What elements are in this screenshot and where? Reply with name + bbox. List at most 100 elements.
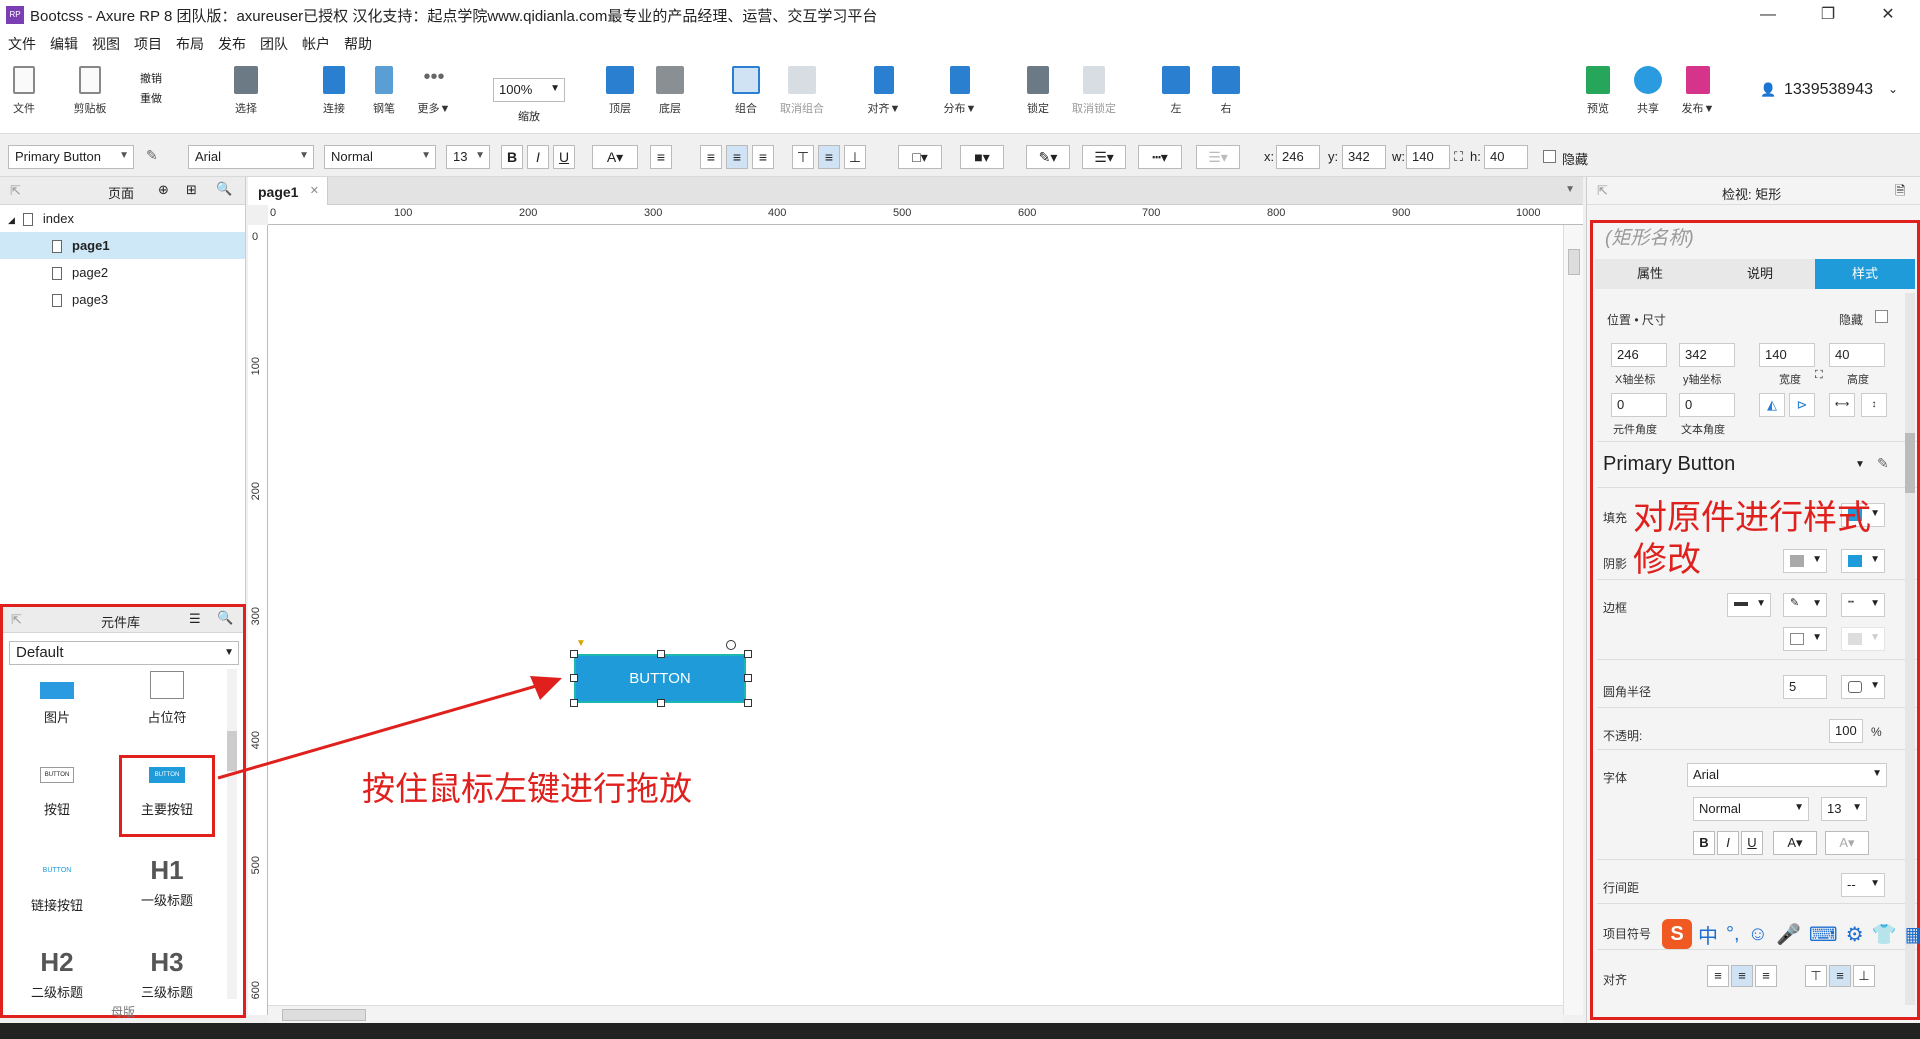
distribute-tool[interactable]: 分布▼ xyxy=(936,66,984,116)
menu-project[interactable]: 项目 xyxy=(134,34,162,54)
punctuation-icon[interactable]: °, xyxy=(1726,923,1740,946)
height-input[interactable]: 40 xyxy=(1829,343,1885,367)
line-pattern-button[interactable]: ┅▾ xyxy=(1138,145,1182,169)
resize-handle[interactable] xyxy=(570,699,578,707)
font-weight-select[interactable]: Normal ▼ xyxy=(1693,797,1809,821)
align-right-icon[interactable]: ≡ xyxy=(752,145,774,169)
canvas-vertical-scrollbar[interactable] xyxy=(1563,225,1583,1015)
border-color-select[interactable]: ✎ ▼ xyxy=(1783,593,1827,617)
valign-middle-icon[interactable]: ≡ xyxy=(818,145,840,169)
publish-tool[interactable]: 发布▼ xyxy=(1674,66,1722,116)
text-rotation-input[interactable]: 0 xyxy=(1679,393,1735,417)
line-weight-button[interactable]: ☰▾ xyxy=(1082,145,1126,169)
unlock-tool[interactable]: 取消锁定 xyxy=(1070,66,1118,116)
preview-tool[interactable]: 预览 xyxy=(1574,66,1622,116)
library-item-h1[interactable]: H1 一级标题 xyxy=(117,855,217,909)
align-left-icon[interactable]: ≡ xyxy=(700,145,722,169)
bold-button[interactable]: B xyxy=(1693,831,1715,855)
align-left-icon[interactable]: ≡ xyxy=(1707,965,1729,987)
menu-file[interactable]: 文件 xyxy=(8,34,36,54)
user-settings-icon[interactable]: ⚙ xyxy=(1846,922,1864,947)
pen-tool[interactable]: 钢笔 xyxy=(360,66,408,116)
library-item-primary-button[interactable]: BUTTON 主要按钮 xyxy=(117,767,217,818)
style-select[interactable]: Primary Button ▼ xyxy=(8,145,134,169)
font-select[interactable]: Arial ▼ xyxy=(188,145,314,169)
font-size-select[interactable]: 13 ▼ xyxy=(1821,797,1867,821)
resize-handle[interactable] xyxy=(744,650,752,658)
menu-edit[interactable]: 编辑 xyxy=(50,34,78,54)
more-tool[interactable]: ••• 更多▼ xyxy=(410,66,458,116)
maximize-button[interactable]: ❐ xyxy=(1800,0,1856,30)
page-tree-item[interactable]: ◢ index xyxy=(0,205,245,232)
hidden-checkbox[interactable] xyxy=(1875,310,1888,323)
x-input[interactable]: 246 xyxy=(1276,145,1320,169)
clipboard-tool[interactable]: 剪贴板 xyxy=(66,66,114,116)
search-icon[interactable]: 🔍 xyxy=(216,181,232,197)
group-tool[interactable]: 组合 xyxy=(722,66,770,116)
resize-handle[interactable] xyxy=(657,699,665,707)
align-right-icon[interactable]: ≡ xyxy=(1755,965,1777,987)
align-center-icon[interactable]: ≡ xyxy=(1731,965,1753,987)
library-item-image[interactable]: 图片 xyxy=(7,671,107,726)
zoom-select[interactable]: 100% ▼ xyxy=(493,78,565,102)
text-color-button[interactable]: A▾ xyxy=(1773,831,1817,855)
collapse-icon[interactable]: ⇱ xyxy=(11,612,22,628)
font-family-select[interactable]: Arial ▼ xyxy=(1687,763,1887,787)
scroll-thumb[interactable] xyxy=(282,1009,366,1021)
menu-publish[interactable]: 发布 xyxy=(218,34,246,54)
canvas-horizontal-scrollbar[interactable] xyxy=(268,1005,1563,1023)
edit-style-icon[interactable]: ✎ xyxy=(1877,455,1889,472)
expand-icon[interactable]: ◢ xyxy=(8,215,15,225)
menu-help[interactable]: 帮助 xyxy=(344,34,372,54)
library-item-placeholder[interactable]: 占位符 xyxy=(117,671,217,726)
connect-tool[interactable]: 连接 xyxy=(310,66,358,116)
microphone-icon[interactable]: 🎤 xyxy=(1776,922,1801,947)
underline-button[interactable]: U xyxy=(1741,831,1763,855)
add-folder-icon[interactable]: ⊞ xyxy=(186,182,197,198)
text-color-button[interactable]: A▾ xyxy=(592,145,638,169)
undo-button[interactable]: 撤销 xyxy=(140,70,162,86)
chevron-down-icon[interactable]: ▼ xyxy=(1855,459,1865,470)
tab-page1[interactable]: page1 ✕ xyxy=(248,177,328,205)
valign-top-icon[interactable]: ⊤ xyxy=(792,145,814,169)
page-tree-item-selected[interactable]: page1 xyxy=(0,232,245,259)
collapse-icon[interactable]: ⇱ xyxy=(10,183,21,199)
y-input[interactable]: 342 xyxy=(1342,145,1386,169)
ungroup-tool[interactable]: 取消组合 xyxy=(778,66,826,116)
file-tool[interactable]: 文件 xyxy=(0,66,48,116)
select-tool[interactable]: 选择 xyxy=(222,66,270,116)
valign-middle-icon[interactable]: ≡ xyxy=(1829,965,1851,987)
scroll-thumb[interactable] xyxy=(1568,249,1580,275)
library-item-h2[interactable]: H2 二级标题 xyxy=(7,947,107,1001)
text-shadow-button[interactable]: A▾ xyxy=(1825,831,1869,855)
opacity-input[interactable]: 100 xyxy=(1829,719,1863,743)
rotation-input[interactable]: 0 xyxy=(1611,393,1667,417)
width-input[interactable]: 140 xyxy=(1759,343,1815,367)
lock-ratio-icon[interactable]: ⛶ xyxy=(1454,149,1463,165)
skin-icon[interactable]: 👕 xyxy=(1872,922,1897,947)
font-size-select[interactable]: 13 ▼ xyxy=(446,145,490,169)
underline-button[interactable]: U xyxy=(553,145,575,169)
menu-layout[interactable]: 布局 xyxy=(176,34,204,54)
library-item-link-button[interactable]: BUTTON 链接按钮 xyxy=(7,863,107,914)
menu-account[interactable]: 帐户 xyxy=(302,34,330,54)
italic-button[interactable]: I xyxy=(527,145,549,169)
redo-button[interactable]: 重做 xyxy=(140,90,162,106)
weight-select[interactable]: Normal ▼ xyxy=(324,145,436,169)
resize-handle[interactable] xyxy=(744,674,752,682)
y-input[interactable]: 342 xyxy=(1679,343,1735,367)
valign-bottom-icon[interactable]: ⊥ xyxy=(1853,965,1875,987)
fill-color-button[interactable]: □▾ xyxy=(898,145,942,169)
close-tab-icon[interactable]: ✕ xyxy=(310,184,319,197)
share-tool[interactable]: 共享 xyxy=(1624,66,1672,116)
corner-radius-handle-icon[interactable]: ▼ xyxy=(576,638,586,649)
library-item-button[interactable]: BUTTON 按钮 xyxy=(7,767,107,818)
corner-radius-input[interactable]: 5 xyxy=(1783,675,1827,699)
add-page-icon[interactable]: ⊕ xyxy=(158,182,169,198)
tab-properties[interactable]: 属性 xyxy=(1595,259,1705,289)
resize-handle[interactable] xyxy=(657,650,665,658)
canvas-primary-button[interactable]: BUTTON xyxy=(574,654,746,703)
bring-to-front-tool[interactable]: 顶层 xyxy=(596,66,644,116)
resize-handle[interactable] xyxy=(744,699,752,707)
page-tree-item[interactable]: page2 xyxy=(0,259,245,286)
